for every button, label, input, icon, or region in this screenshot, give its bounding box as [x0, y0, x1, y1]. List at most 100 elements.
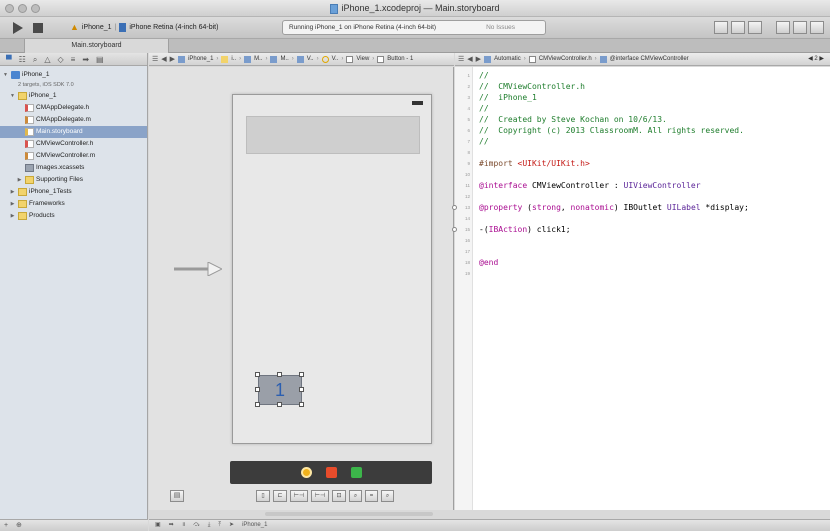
code-line[interactable]: 16 [465, 235, 749, 246]
zoom-in-icon[interactable]: ⌕ [381, 490, 394, 502]
resolve-issues-icon[interactable]: ⊢⊣ [311, 490, 329, 502]
code-line[interactable]: 12 [465, 191, 749, 202]
step-out-icon[interactable]: ⤒ [218, 520, 221, 531]
toggle-debug-area-button[interactable] [793, 21, 807, 34]
issues-indicator[interactable]: No Issues [486, 21, 515, 34]
code-line[interactable]: 19 [465, 268, 749, 279]
close-window-button[interactable] [5, 4, 14, 13]
back-arrow-icon[interactable]: ◀ [467, 53, 472, 65]
resize-handle[interactable] [299, 387, 304, 392]
zoom-actual-icon[interactable]: = [365, 490, 378, 502]
resizing-icon[interactable]: ⊡ [332, 490, 346, 502]
code-line[interactable]: 7 // [467, 136, 749, 147]
navigator-item[interactable]: Images.xcassets [0, 162, 147, 174]
navigator-item[interactable]: ▶ Supporting Files [0, 174, 147, 186]
resize-handle[interactable] [299, 372, 304, 377]
breadcrumb-item[interactable]: M.. [280, 53, 288, 65]
code-line[interactable]: 17 [465, 246, 749, 257]
assistant-file[interactable]: CMViewController.h [539, 53, 592, 65]
code-line[interactable]: 5 // Created by Steve Kochan on 10/6/13. [467, 114, 749, 125]
code-line[interactable]: 13 @property (strong, nonatomic) IBOutlet… [452, 202, 749, 213]
log-navigator-icon[interactable]: ▤ [96, 55, 104, 64]
resize-handle[interactable] [277, 402, 282, 407]
navigator-item[interactable]: CMAppDelegate.h [0, 102, 147, 114]
version-editor-button[interactable] [748, 21, 762, 34]
standard-editor-button[interactable] [714, 21, 728, 34]
related-items-icon[interactable]: ☰ [152, 53, 158, 65]
scheme-selector[interactable]: ▲ iPhone_1 | iPhone Retina (4-inch 64-bi… [70, 22, 218, 32]
breadcrumb-item[interactable]: V.. [307, 53, 314, 65]
disclosure-triangle-icon[interactable]: ▶ [16, 174, 23, 186]
navigator-item[interactable]: ▼ iPhone_1 [0, 69, 147, 81]
code-line[interactable]: 9 #import <UIKit/UIKit.h> [467, 158, 749, 169]
breakpoints-toggle-icon[interactable]: ➡ [169, 520, 174, 531]
navigator-item[interactable]: ▶ Frameworks [0, 198, 147, 210]
canvas-scrollbar[interactable] [265, 512, 433, 516]
stop-button[interactable] [33, 23, 43, 33]
code-line[interactable]: 11 @interface CMViewController : UIViewCo… [465, 180, 749, 191]
disclosure-triangle-icon[interactable]: ▼ [2, 69, 9, 81]
test-navigator-icon[interactable]: ◇ [57, 55, 63, 64]
code-line[interactable]: 10 [465, 169, 749, 180]
project-navigator-icon[interactable]: ▀ [6, 55, 12, 64]
navigator-item[interactable]: CMViewController.m [0, 150, 147, 162]
breadcrumb-item[interactable]: Button - 1 [387, 53, 413, 65]
code-line[interactable]: 3 // iPhone_1 [467, 92, 749, 103]
navigator-item[interactable]: CMAppDelegate.m [0, 114, 147, 126]
resize-handle[interactable] [299, 402, 304, 407]
code-line[interactable]: 15 -(IBAction) click1; [452, 224, 749, 235]
assistant-symbol[interactable]: @interface CMViewController [610, 53, 689, 65]
location-icon[interactable]: ➤ [229, 520, 234, 531]
hide-debug-area-icon[interactable]: ▣ [155, 520, 161, 531]
find-navigator-icon[interactable]: ⌕ [33, 55, 37, 64]
outlet-connection-icon[interactable] [452, 227, 457, 232]
back-arrow-icon[interactable]: ◀ [161, 53, 166, 65]
code-line[interactable]: 1 // [467, 70, 749, 81]
code-line[interactable]: 14 [465, 213, 749, 224]
tab-main-storyboard[interactable]: Main.storyboard [24, 39, 169, 53]
navigator-item[interactable]: Main.storyboard [0, 126, 147, 138]
button-1[interactable]: 1 [258, 375, 302, 405]
exit-icon[interactable] [350, 467, 362, 478]
display-label[interactable] [246, 116, 420, 154]
toggle-utilities-button[interactable] [810, 21, 824, 34]
navigator-item[interactable]: ▼ iPhone_1 [0, 90, 147, 102]
first-responder-icon[interactable] [325, 467, 337, 478]
code-line[interactable]: 8 [467, 147, 749, 158]
run-button[interactable] [13, 22, 23, 34]
disclosure-triangle-icon[interactable]: ▼ [9, 90, 16, 102]
code-line[interactable]: 4 // [467, 103, 749, 114]
breadcrumb-item[interactable]: i.. [231, 53, 236, 65]
pause-icon[interactable]: ॥ [182, 520, 186, 531]
disclosure-triangle-icon[interactable]: ▶ [9, 186, 16, 198]
assistant-mode[interactable]: Automatic [494, 53, 521, 65]
forward-arrow-icon[interactable]: ▶ [476, 53, 481, 65]
zoom-window-button[interactable] [31, 4, 40, 13]
code-line[interactable]: 6 // Copyright (c) 2013 ClassroomM. All r… [467, 125, 749, 136]
form-factor-icon[interactable]: ▯ [256, 490, 270, 502]
forward-arrow-icon[interactable]: ▶ [170, 53, 175, 65]
breadcrumb-item[interactable]: View [356, 53, 369, 65]
navigator-item[interactable]: ▶ iPhone_1Tests [0, 186, 147, 198]
assistant-editor-button[interactable] [731, 21, 745, 34]
breadcrumb-item[interactable]: V.. [332, 53, 339, 65]
align-icon[interactable]: ⊏ [273, 490, 287, 502]
code-line[interactable]: 18 @end [465, 257, 749, 268]
step-in-icon[interactable]: ⤓ [208, 520, 211, 531]
navigator-item[interactable]: CMViewController.h [0, 138, 147, 150]
breadcrumb-item[interactable]: iPhone_1 [188, 53, 213, 65]
related-items-icon[interactable]: ☰ [458, 53, 464, 65]
pin-icon[interactable]: ⊢⊣ [290, 490, 308, 502]
breakpoint-navigator-icon[interactable]: ➡ [82, 55, 89, 64]
zoom-out-icon[interactable]: ⌕ [349, 490, 362, 502]
outlet-connection-icon[interactable] [452, 205, 457, 210]
view-controller-scene[interactable]: 1 [232, 94, 432, 444]
code-line[interactable]: 2 // CMViewController.h [467, 81, 749, 92]
resize-handle[interactable] [255, 402, 260, 407]
add-file-icon[interactable]: + [4, 522, 8, 529]
disclosure-triangle-icon[interactable]: ▶ [9, 198, 16, 210]
step-over-icon[interactable]: ⤼ [193, 520, 199, 531]
assistant-code-editor[interactable]: 1 // 2 // CMViewController.h 3 // iPhone_1 4 //… [452, 67, 830, 510]
debug-navigator-icon[interactable]: ≡ [71, 55, 76, 64]
navigator-item[interactable]: ▶ Products [0, 210, 147, 222]
